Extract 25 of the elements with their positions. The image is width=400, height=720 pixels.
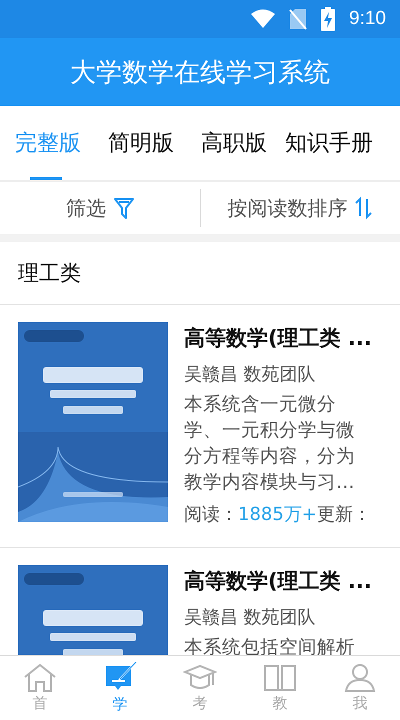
book-card[interactable]: 高等数学(理工类 ... 吴赣昌 数苑团队 本系统含一元微分学、一元积分学与微分方程等内容，分为教学内容模块与习… 阅读：1885万+更新：: [0, 305, 400, 548]
book-description: 本系统含一元微分学、一元积分学与微分方程等内容，分为教学内容模块与习…: [184, 393, 356, 495]
open-book-icon: [263, 663, 297, 693]
updated-label: 更新：: [316, 504, 371, 525]
read-count: 1885万+: [238, 504, 317, 525]
reads-label: 阅读：: [184, 504, 238, 525]
user-icon: [343, 663, 377, 693]
wifi-icon: [251, 9, 276, 29]
book-title: 高等数学(理工类 ...: [184, 568, 373, 595]
no-sim-icon: [289, 8, 308, 30]
sort-icon: [355, 196, 374, 220]
clock-time: 9:10: [349, 8, 386, 30]
filter-icon: [114, 197, 134, 219]
tab[interactable]: 简明版: [99, 106, 192, 180]
home-icon: [23, 663, 57, 693]
filter-button[interactable]: 筛选: [0, 182, 200, 234]
section-title: 理工类: [0, 242, 400, 305]
tab[interactable]: 高职版: [192, 106, 276, 180]
sort-button[interactable]: 按阅读数排序: [200, 182, 400, 234]
app-title: 大学数学在线学习系统: [70, 56, 330, 90]
book-title: 高等数学(理工类 ...: [184, 325, 373, 352]
tab[interactable]: 知识手册: [276, 106, 382, 180]
book-authors: 吴赣昌 数苑团队: [184, 606, 317, 629]
battery-charging-icon: [321, 7, 336, 31]
book-authors: 吴赣昌 数苑团队: [184, 363, 317, 386]
